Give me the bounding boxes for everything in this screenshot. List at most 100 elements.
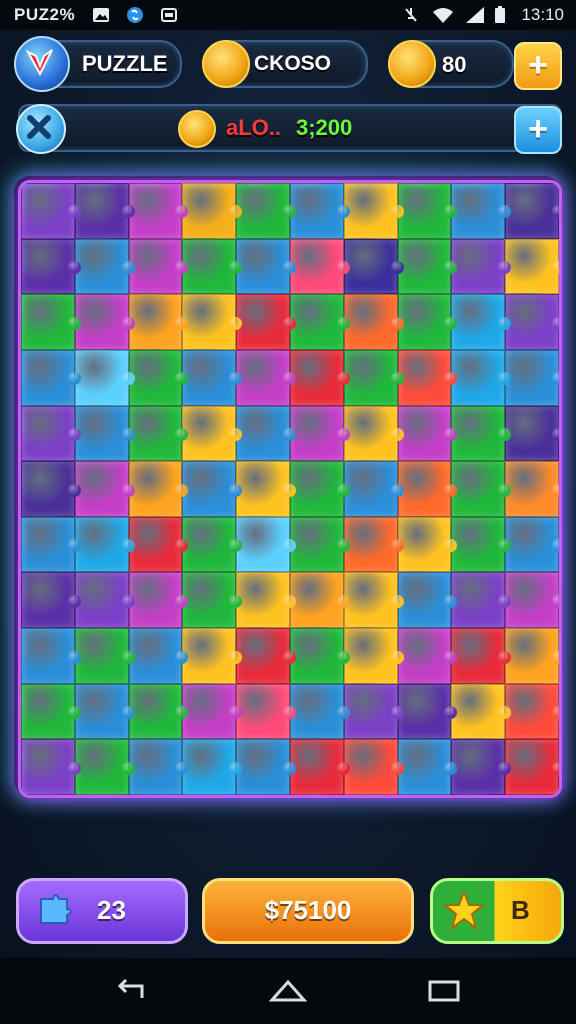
puzzle-piece[interactable] — [397, 572, 458, 629]
puzzle-piece[interactable] — [182, 683, 242, 740]
puzzle-piece[interactable] — [505, 461, 559, 517]
puzzle-piece[interactable] — [505, 183, 559, 239]
money-button[interactable]: $75100 — [202, 878, 414, 944]
logo-badge[interactable] — [14, 36, 70, 92]
puzzle-piece[interactable] — [343, 516, 404, 573]
puzzle-piece[interactable] — [505, 238, 559, 295]
puzzle-piece[interactable] — [397, 683, 458, 740]
puzzle-piece[interactable] — [505, 628, 559, 684]
puzzle-piece[interactable] — [289, 739, 350, 795]
puzzle-piece[interactable] — [74, 739, 135, 795]
puzzle-piece[interactable] — [182, 405, 242, 462]
puzzle-piece[interactable] — [397, 628, 458, 684]
puzzle-piece[interactable] — [505, 516, 559, 573]
puzzle-piece[interactable] — [21, 405, 81, 462]
puzzle-piece[interactable] — [397, 739, 458, 795]
puzzle-piece[interactable] — [21, 183, 81, 239]
puzzle-piece[interactable] — [74, 294, 135, 350]
puzzle-piece[interactable] — [451, 405, 511, 462]
puzzle-piece[interactable] — [289, 349, 350, 406]
puzzle-grid[interactable] — [21, 183, 559, 795]
puzzle-piece[interactable] — [74, 349, 135, 406]
puzzle-piece[interactable] — [128, 572, 189, 629]
puzzle-piece[interactable] — [128, 628, 189, 684]
puzzle-piece[interactable] — [289, 516, 350, 573]
puzzle-piece[interactable] — [74, 683, 135, 740]
home-icon[interactable] — [268, 976, 308, 1006]
puzzle-piece[interactable] — [505, 739, 559, 795]
close-button[interactable] — [16, 104, 66, 154]
puzzle-piece[interactable] — [343, 739, 404, 795]
puzzle-piece[interactable] — [236, 516, 296, 573]
puzzle-piece[interactable] — [451, 683, 511, 740]
puzzle-piece[interactable] — [21, 683, 81, 740]
puzzle-piece[interactable] — [343, 349, 404, 406]
puzzle-piece[interactable] — [74, 405, 135, 462]
puzzle-piece[interactable] — [21, 739, 81, 795]
moves-button[interactable]: 23 — [16, 878, 188, 944]
puzzle-board[interactable] — [18, 180, 562, 798]
puzzle-piece[interactable] — [343, 294, 404, 350]
puzzle-piece[interactable] — [74, 183, 135, 239]
puzzle-piece[interactable] — [289, 238, 350, 295]
puzzle-piece[interactable] — [128, 683, 189, 740]
puzzle-piece[interactable] — [128, 349, 189, 406]
puzzle-piece[interactable] — [128, 516, 189, 573]
puzzle-piece[interactable] — [236, 294, 296, 350]
puzzle-piece[interactable] — [451, 628, 511, 684]
puzzle-piece[interactable] — [74, 238, 135, 295]
puzzle-piece[interactable] — [182, 183, 242, 239]
puzzle-piece[interactable] — [236, 238, 296, 295]
puzzle-piece[interactable] — [397, 405, 458, 462]
puzzle-piece[interactable] — [128, 739, 189, 795]
puzzle-piece[interactable] — [182, 739, 242, 795]
puzzle-piece[interactable] — [128, 183, 189, 239]
puzzle-piece[interactable] — [397, 461, 458, 517]
puzzle-piece[interactable] — [451, 461, 511, 517]
puzzle-piece[interactable] — [236, 683, 296, 740]
puzzle-piece[interactable] — [289, 572, 350, 629]
puzzle-piece[interactable] — [397, 294, 458, 350]
puzzle-piece[interactable] — [343, 183, 404, 239]
puzzle-piece[interactable] — [397, 349, 458, 406]
puzzle-piece[interactable] — [182, 238, 242, 295]
puzzle-piece[interactable] — [236, 739, 296, 795]
puzzle-piece[interactable] — [343, 405, 404, 462]
puzzle-piece[interactable] — [289, 683, 350, 740]
puzzle-piece[interactable] — [505, 294, 559, 350]
puzzle-piece[interactable] — [182, 461, 242, 517]
puzzle-piece[interactable] — [74, 572, 135, 629]
puzzle-piece[interactable] — [236, 405, 296, 462]
puzzle-piece[interactable] — [128, 461, 189, 517]
puzzle-piece[interactable] — [236, 572, 296, 629]
back-icon[interactable] — [112, 976, 152, 1006]
puzzle-piece[interactable] — [128, 238, 189, 295]
puzzle-piece[interactable] — [343, 572, 404, 629]
recent-apps-icon[interactable] — [424, 976, 464, 1006]
puzzle-piece[interactable] — [289, 183, 350, 239]
puzzle-piece[interactable] — [128, 405, 189, 462]
puzzle-piece[interactable] — [236, 628, 296, 684]
puzzle-piece[interactable] — [451, 349, 511, 406]
puzzle-piece[interactable] — [451, 572, 511, 629]
puzzle-piece[interactable] — [343, 461, 404, 517]
puzzle-piece[interactable] — [505, 683, 559, 740]
puzzle-piece[interactable] — [505, 405, 559, 462]
puzzle-piece[interactable] — [21, 294, 81, 350]
puzzle-piece[interactable] — [451, 294, 511, 350]
puzzle-piece[interactable] — [505, 349, 559, 406]
puzzle-piece[interactable] — [236, 461, 296, 517]
puzzle-piece[interactable] — [289, 294, 350, 350]
stars-button[interactable]: B — [430, 878, 564, 944]
puzzle-piece[interactable] — [182, 294, 242, 350]
puzzle-piece[interactable] — [289, 628, 350, 684]
puzzle-piece[interactable] — [397, 183, 458, 239]
puzzle-piece[interactable] — [451, 238, 511, 295]
puzzle-piece[interactable] — [21, 238, 81, 295]
puzzle-piece[interactable] — [397, 238, 458, 295]
puzzle-piece[interactable] — [451, 739, 511, 795]
puzzle-piece[interactable] — [128, 294, 189, 350]
puzzle-piece[interactable] — [21, 572, 81, 629]
puzzle-piece[interactable] — [397, 516, 458, 573]
puzzle-piece[interactable] — [21, 628, 81, 684]
